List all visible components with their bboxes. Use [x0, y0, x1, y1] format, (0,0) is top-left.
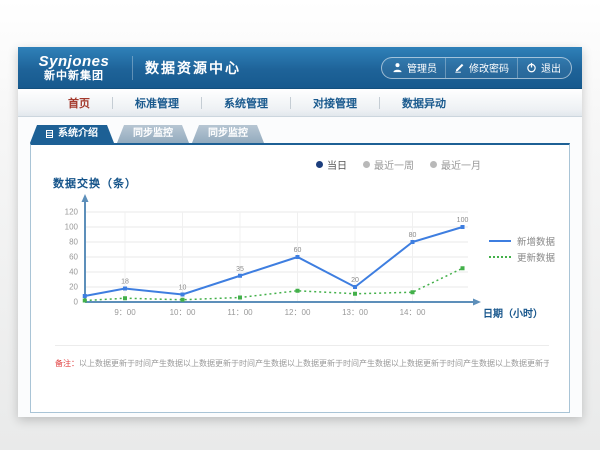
- tab-sync-monitor-2[interactable]: 同步监控: [192, 125, 264, 143]
- svg-text:35: 35: [236, 266, 244, 273]
- tab-label: 系统介绍: [58, 125, 98, 143]
- nav-item-standard-mgmt[interactable]: 标准管理: [113, 95, 201, 111]
- nav-item-home[interactable]: 首页: [46, 95, 112, 111]
- legend-label: 更新数据: [517, 250, 555, 264]
- app-header: Synjones 新中新集团 数据资源中心 管理员 修改密码: [18, 47, 582, 89]
- svg-text:100: 100: [457, 217, 469, 224]
- legend-item-updated-data[interactable]: 更新数据: [489, 249, 555, 265]
- filter-label: 当日: [327, 157, 347, 172]
- header-divider: [132, 56, 133, 80]
- user-account-button[interactable]: 管理员: [384, 58, 445, 78]
- svg-text:10：00: 10：00: [170, 308, 196, 317]
- tab-system-intro[interactable]: 系统介绍: [30, 125, 114, 143]
- svg-text:20: 20: [69, 283, 78, 292]
- company-logo[interactable]: Synjones 新中新集团: [28, 54, 120, 82]
- svg-text:0: 0: [74, 298, 79, 307]
- app-title: 数据资源中心: [145, 58, 241, 78]
- radio-icon: [316, 161, 323, 168]
- filter-last-week[interactable]: 最近一周: [363, 157, 414, 172]
- change-password-label: 修改密码: [469, 60, 509, 75]
- svg-text:40: 40: [69, 268, 78, 277]
- footer-note: 备注：以上数据更新于时间产生数据以上数据更新于时间产生数据以上数据更新于时间产生…: [55, 345, 549, 369]
- nav-item-system-mgmt[interactable]: 系统管理: [202, 95, 290, 111]
- tab-label: 同步监控: [208, 125, 248, 143]
- filter-today[interactable]: 当日: [316, 157, 347, 172]
- svg-text:60: 60: [294, 247, 302, 254]
- filter-label: 最近一周: [374, 157, 414, 172]
- header-actions-group: 管理员 修改密码 退出: [381, 57, 572, 79]
- logo-company-name: 新中新集团: [28, 71, 120, 82]
- note-text: 以上数据更新于时间产生数据以上数据更新于时间产生数据以上数据更新于时间产生数据以…: [79, 359, 549, 368]
- radio-icon: [363, 161, 370, 168]
- chart-panel: 当日 最近一周 最近一月 数据交换（条） 0204060801001209：00…: [30, 143, 570, 413]
- svg-text:13：00: 13：00: [342, 308, 368, 317]
- svg-text:18: 18: [121, 279, 129, 286]
- svg-text:14：00: 14：00: [400, 308, 426, 317]
- edit-icon: [454, 62, 465, 73]
- legend-label: 新增数据: [517, 234, 555, 248]
- svg-text:20: 20: [351, 277, 359, 284]
- legend-item-new-data[interactable]: 新增数据: [489, 233, 555, 249]
- svg-text:100: 100: [65, 223, 79, 232]
- user-account-label: 管理员: [407, 60, 437, 75]
- time-filter-group: 当日 最近一周 最近一月: [316, 157, 481, 172]
- logo-brand-text: Synjones: [28, 54, 120, 69]
- filter-label: 最近一月: [441, 157, 481, 172]
- note-label: 备注：: [55, 359, 79, 368]
- radio-icon: [430, 161, 437, 168]
- svg-text:日期（小时）: 日期（小时）: [483, 307, 543, 320]
- logout-button[interactable]: 退出: [517, 58, 569, 78]
- solid-line-icon: [489, 240, 511, 242]
- change-password-button[interactable]: 修改密码: [445, 58, 517, 78]
- svg-text:80: 80: [409, 232, 417, 239]
- app-window: Synjones 新中新集团 数据资源中心 管理员 修改密码: [18, 47, 582, 417]
- svg-text:10: 10: [179, 285, 187, 292]
- main-nav: 首页 标准管理 系统管理 对接管理 数据异动: [18, 89, 582, 117]
- nav-item-data-change[interactable]: 数据异动: [380, 95, 468, 111]
- power-icon: [526, 62, 537, 73]
- svg-text:120: 120: [65, 208, 79, 217]
- content-area: 系统介绍 同步监控 同步监控 当日 最近一周: [18, 117, 582, 417]
- tab-sync-monitor-1[interactable]: 同步监控: [117, 125, 189, 143]
- svg-text:60: 60: [69, 253, 78, 262]
- nav-item-interface-mgmt[interactable]: 对接管理: [291, 95, 379, 111]
- svg-text:9：00: 9：00: [114, 308, 136, 317]
- tab-bar: 系统介绍 同步监控 同步监控: [30, 125, 264, 143]
- filter-last-month[interactable]: 最近一月: [430, 157, 481, 172]
- svg-text:11：00: 11：00: [227, 308, 253, 317]
- tab-label: 同步监控: [133, 125, 173, 143]
- document-icon: [46, 130, 53, 138]
- logout-label: 退出: [541, 60, 561, 75]
- svg-text:80: 80: [69, 238, 78, 247]
- svg-text:12：00: 12：00: [285, 308, 311, 317]
- chart-legend: 新增数据 更新数据: [489, 233, 555, 265]
- user-icon: [392, 62, 403, 73]
- dotted-line-icon: [489, 256, 511, 258]
